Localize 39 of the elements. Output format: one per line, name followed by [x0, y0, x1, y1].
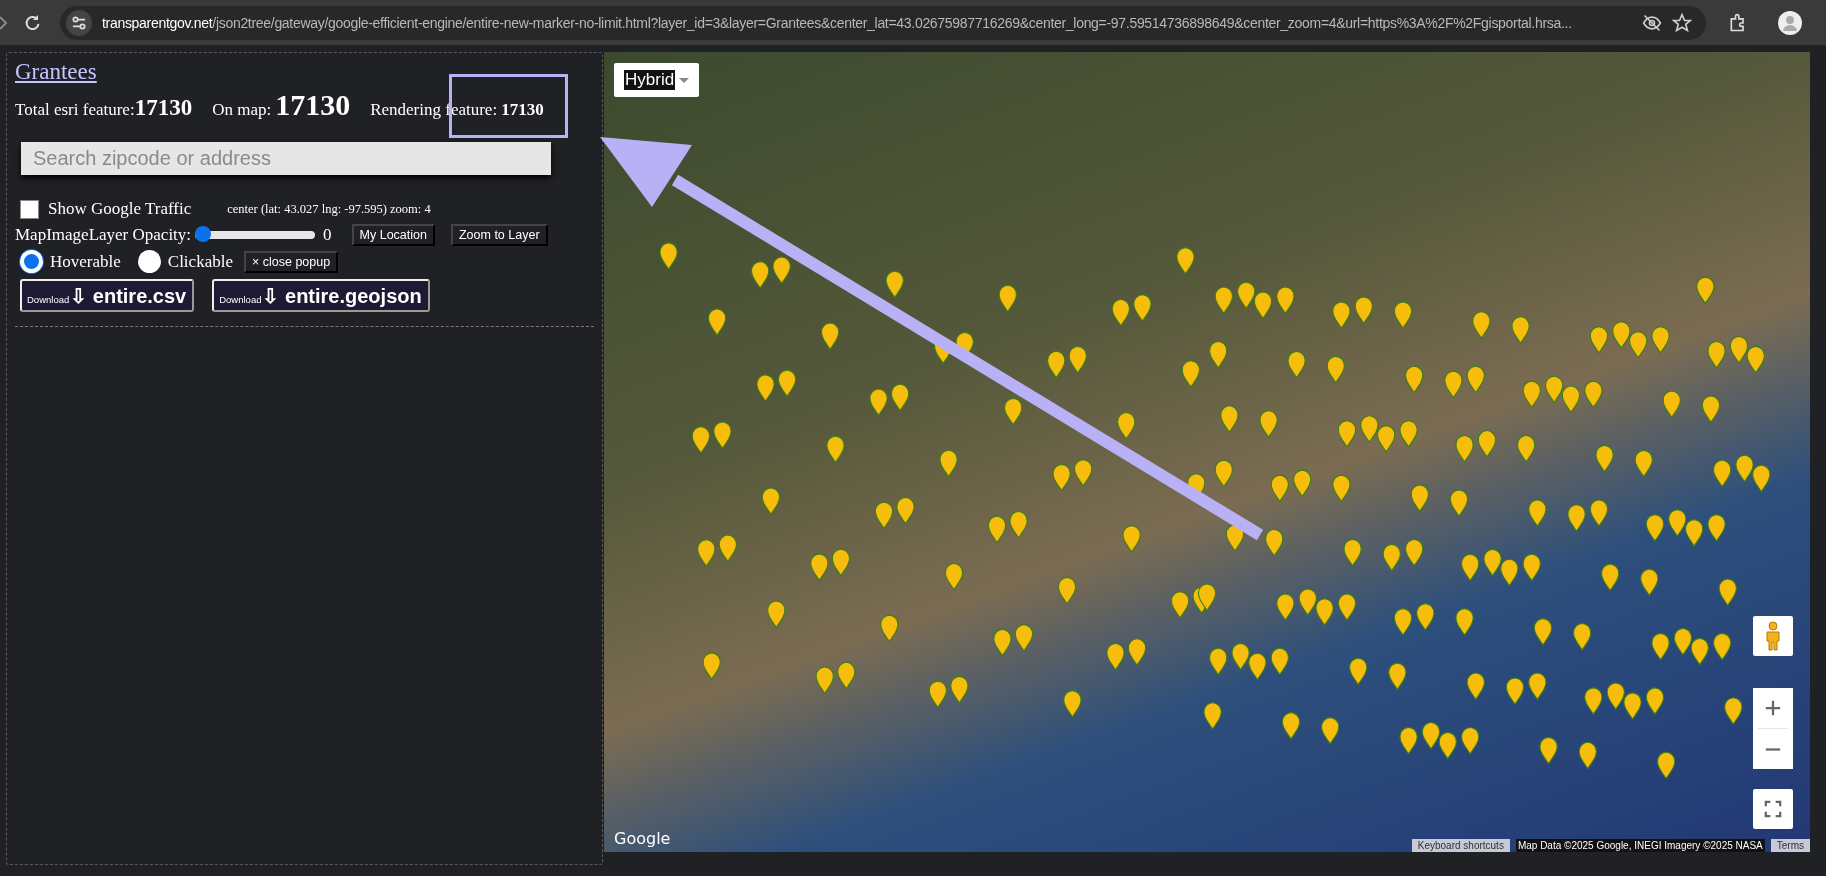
map-action-button[interactable]: My Location: [351, 224, 435, 246]
fullscreen-icon: [1764, 800, 1782, 818]
address-bar[interactable]: [60, 5, 1706, 40]
slider-thumb[interactable]: [195, 226, 212, 242]
attribution-link[interactable]: Terms: [1770, 839, 1810, 852]
traffic-checkbox[interactable]: [20, 199, 39, 219]
map-action-button[interactable]: Zoom to Layer: [450, 224, 548, 246]
feature-count: On map:17130: [212, 88, 351, 122]
download-button[interactable]: Download⇩ entire.csv: [20, 279, 195, 312]
opacity-slider[interactable]: [195, 227, 316, 243]
fullscreen-button[interactable]: [1753, 789, 1793, 829]
mode-label: Hoverable: [50, 251, 121, 272]
mode-label: Clickable: [167, 251, 233, 272]
attribution-link[interactable]: Keyboard shortcuts: [1411, 839, 1510, 852]
site-settings-icon[interactable]: [66, 9, 92, 36]
eye-off-icon[interactable]: [1642, 12, 1662, 33]
street-view-button[interactable]: [1753, 616, 1793, 656]
star-icon[interactable]: [1672, 12, 1692, 33]
layer-title-link[interactable]: Grantees: [15, 59, 97, 85]
map-logo: Google: [614, 829, 671, 848]
profile-avatar-icon[interactable]: [1778, 10, 1802, 35]
traffic-label: Show Google Traffic: [48, 199, 192, 219]
close-popup-button[interactable]: × close popup: [243, 250, 339, 273]
opacity-value: 0: [323, 225, 332, 245]
map-data-attribution: Map Data ©2025 Google, INEGI Imagery ©2025 NASA: [1515, 839, 1765, 852]
feature-count: Total esri feature:17130: [15, 95, 193, 121]
mode-radio[interactable]: [20, 250, 43, 273]
minus-icon: [1764, 747, 1782, 751]
plus-icon: [1764, 699, 1782, 717]
pegman-icon: [1763, 621, 1783, 651]
download-button[interactable]: Download⇩ entire.geojson: [212, 279, 430, 312]
map-type-dropdown[interactable]: Hybrid: [614, 63, 700, 97]
mode-radio[interactable]: [137, 250, 161, 273]
opacity-label: MapImageLayer Opacity:: [15, 225, 192, 245]
satellite-map-placeholder[interactable]: Hybrid Google Keyboard shortcuts Map Data ©2025 Google, INEGI Imagery ©2025 NASA Terms: [604, 52, 1810, 852]
center-info: center (lat: 43.027 lng: -97.595) zoom: 4: [227, 201, 431, 217]
forward-icon[interactable]: [0, 14, 8, 31]
search-field[interactable]: Search zipcode or address: [21, 142, 551, 175]
caret-icon: [679, 77, 690, 83]
